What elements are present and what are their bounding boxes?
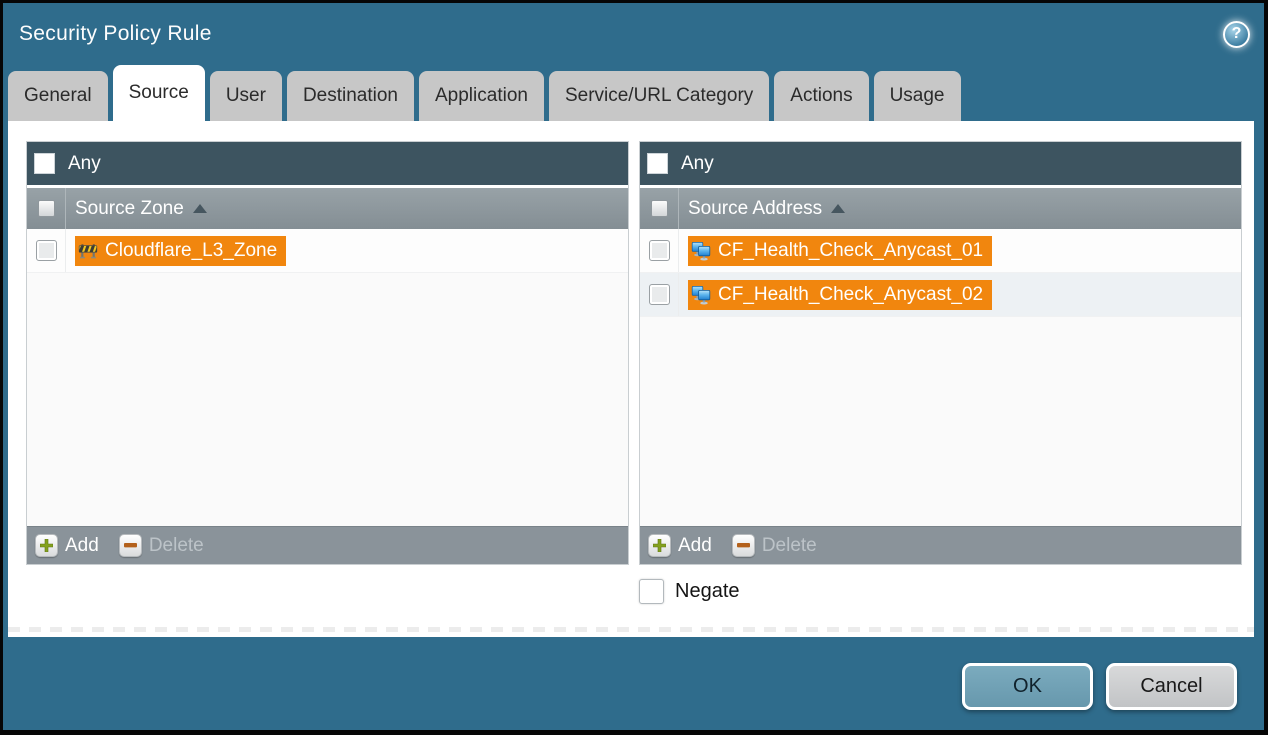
- ok-button[interactable]: OK: [962, 663, 1093, 710]
- source-zone-selectall-cell: [27, 188, 66, 229]
- tab-service-url-category-label: Service/URL Category: [565, 85, 753, 107]
- address-object-icon: [691, 241, 711, 261]
- dialog-buttons: OK Cancel: [962, 663, 1237, 710]
- tab-service-url-category[interactable]: Service/URL Category: [549, 71, 769, 121]
- row-checkbox[interactable]: [649, 240, 670, 261]
- tab-actions-label: Actions: [790, 85, 852, 107]
- delete-button[interactable]: Delete: [119, 534, 204, 557]
- address-object-tag[interactable]: CF_Health_Check_Anycast_02: [688, 280, 992, 310]
- table-row: CF_Health_Check_Anycast_01: [640, 229, 1241, 273]
- source-address-footer: Add Delete: [640, 526, 1241, 564]
- source-zone-footer: Add Delete: [27, 526, 628, 564]
- row-checkbox[interactable]: [649, 284, 670, 305]
- panels-row: Any Source Zone: [26, 141, 1242, 565]
- source-zone-any-bar: Any: [27, 142, 628, 185]
- zone-object-label: Cloudflare_L3_Zone: [105, 240, 277, 262]
- negate-option: Negate: [639, 579, 740, 604]
- delete-button-label: Delete: [149, 535, 204, 557]
- security-policy-rule-dialog: Security Policy Rule ? General Source Us…: [0, 0, 1268, 735]
- source-zone-selectall-checkbox[interactable]: [38, 200, 55, 217]
- tab-general[interactable]: General: [8, 71, 108, 121]
- address-object-tag[interactable]: CF_Health_Check_Anycast_01: [688, 236, 992, 266]
- source-address-any-bar: Any: [640, 142, 1241, 185]
- tab-user[interactable]: User: [210, 71, 282, 121]
- source-address-any-label: Any: [681, 153, 714, 175]
- sort-ascending-icon: [193, 204, 207, 213]
- tab-actions[interactable]: Actions: [774, 71, 868, 121]
- source-zone-any-label: Any: [68, 153, 101, 175]
- negate-checkbox[interactable]: [639, 579, 664, 604]
- source-address-panel: Any Source Address: [639, 141, 1242, 565]
- source-zone-column-label: Source Zone: [75, 198, 184, 220]
- row-checkbox[interactable]: [36, 240, 57, 261]
- add-button[interactable]: Add: [35, 534, 99, 557]
- tab-destination[interactable]: Destination: [287, 71, 414, 121]
- delete-button-label: Delete: [762, 535, 817, 557]
- table-row: Cloudflare_L3_Zone: [27, 229, 628, 273]
- table-row: CF_Health_Check_Anycast_02: [640, 273, 1241, 317]
- source-address-column-label: Source Address: [688, 198, 822, 220]
- source-address-selectall-cell: [640, 188, 679, 229]
- tab-application[interactable]: Application: [419, 71, 544, 121]
- address-object-label: CF_Health_Check_Anycast_01: [718, 240, 983, 262]
- tab-application-label: Application: [435, 85, 528, 107]
- add-button[interactable]: Add: [648, 534, 712, 557]
- row-checkbox-cell: [27, 229, 66, 272]
- add-button-label: Add: [65, 535, 99, 557]
- add-button-label: Add: [678, 535, 712, 557]
- tab-strip: General Source User Destination Applicat…: [3, 65, 1264, 121]
- help-icon[interactable]: ?: [1223, 21, 1250, 48]
- dialog-title: Security Policy Rule: [19, 22, 212, 46]
- source-zone-column-sort[interactable]: Source Zone: [75, 198, 207, 220]
- address-object-label: CF_Health_Check_Anycast_02: [718, 284, 983, 306]
- tab-user-label: User: [226, 85, 266, 107]
- tab-source-label: Source: [129, 82, 189, 104]
- zone-object-tag[interactable]: Cloudflare_L3_Zone: [75, 236, 286, 266]
- delete-button[interactable]: Delete: [732, 534, 817, 557]
- source-zone-column-header: Source Zone: [27, 185, 628, 229]
- row-checkbox-cell: [640, 229, 679, 272]
- plus-icon: [648, 534, 671, 557]
- sort-ascending-icon: [831, 204, 845, 213]
- source-address-column-sort[interactable]: Source Address: [688, 198, 845, 220]
- source-tab-content: Any Source Zone: [8, 121, 1254, 637]
- tab-destination-label: Destination: [303, 85, 398, 107]
- cancel-button[interactable]: Cancel: [1106, 663, 1237, 710]
- negate-label: Negate: [675, 580, 740, 603]
- minus-icon: [732, 534, 755, 557]
- source-zone-panel: Any Source Zone: [26, 141, 629, 565]
- source-address-list: CF_Health_Check_Anycast_01: [640, 229, 1241, 526]
- source-address-selectall-checkbox[interactable]: [651, 200, 668, 217]
- minus-icon: [119, 534, 142, 557]
- zone-barricade-icon: [78, 241, 98, 261]
- source-address-column-header: Source Address: [640, 185, 1241, 229]
- source-zone-list: Cloudflare_L3_Zone: [27, 229, 628, 526]
- address-object-icon: [691, 285, 711, 305]
- source-zone-any-checkbox[interactable]: [34, 153, 55, 174]
- plus-icon: [35, 534, 58, 557]
- tab-usage[interactable]: Usage: [874, 71, 961, 121]
- tab-usage-label: Usage: [890, 85, 945, 107]
- tab-general-label: General: [24, 85, 92, 107]
- dialog-titlebar: Security Policy Rule ?: [3, 3, 1264, 65]
- tab-source[interactable]: Source: [113, 65, 205, 121]
- resize-grip: [8, 627, 1254, 632]
- source-address-any-checkbox[interactable]: [647, 153, 668, 174]
- row-checkbox-cell: [640, 273, 679, 316]
